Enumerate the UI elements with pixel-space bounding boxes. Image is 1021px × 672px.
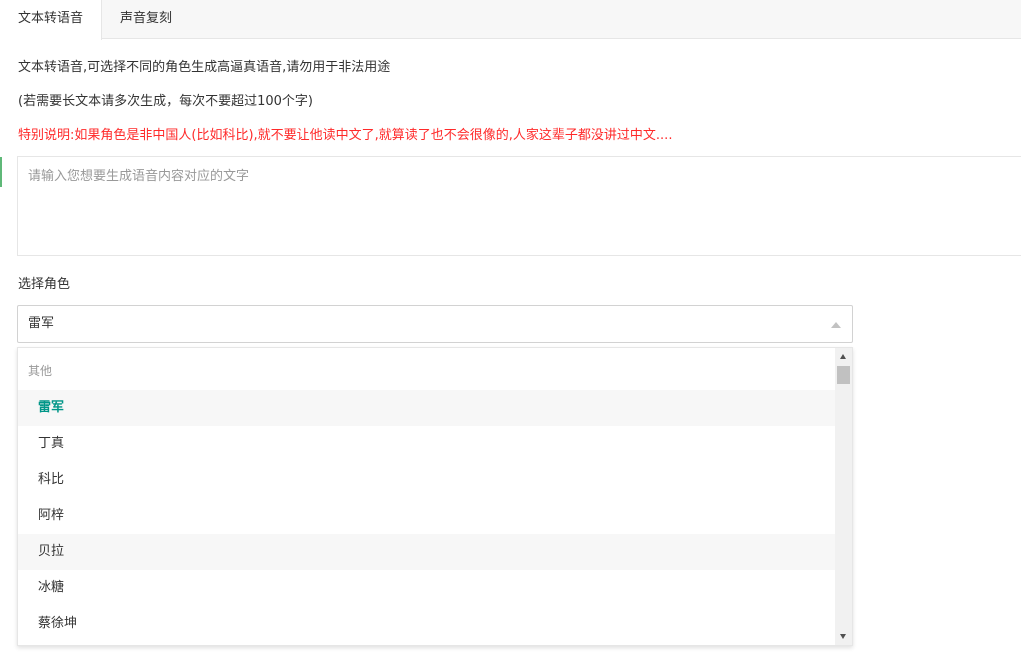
speech-text-input[interactable] xyxy=(17,156,1021,256)
tab-bar: 文本转语音 声音复刻 xyxy=(0,0,1021,40)
role-dropdown: 其他 雷军 丁真 科比 阿梓 贝拉 冰糖 蔡徐坤 xyxy=(17,347,853,646)
role-option-bingtang[interactable]: 冰糖 xyxy=(18,570,836,606)
dropdown-scrollbar[interactable] xyxy=(835,348,852,645)
length-hint: (若需要长文本请多次生成，每次不要超过100个字) xyxy=(18,94,313,109)
role-option-dingzhen[interactable]: 丁真 xyxy=(18,426,836,462)
role-option-leijun[interactable]: 雷军 xyxy=(18,390,836,426)
role-option-bella[interactable]: 贝拉 xyxy=(18,534,836,570)
tab-text-to-speech[interactable]: 文本转语音 xyxy=(0,0,102,40)
scroll-down-icon[interactable] xyxy=(840,634,846,639)
role-select[interactable]: 雷军 xyxy=(17,305,853,343)
role-option-kobe[interactable]: 科比 xyxy=(18,462,836,498)
caret-up-icon xyxy=(831,322,841,328)
role-select-label: 选择角色 xyxy=(18,277,71,292)
tab-voice-clone[interactable]: 声音复刻 xyxy=(102,0,190,39)
warning-note: 特别说明:如果角色是非中国人(比如科比),就不要让他读中文了,就算读了也不会很像… xyxy=(18,128,673,143)
left-accent-bar xyxy=(0,157,2,187)
description-line: 文本转语音,可选择不同的角色生成高逼真语音,请勿用于非法用途 xyxy=(18,60,391,75)
scrollbar-thumb[interactable] xyxy=(837,366,850,384)
role-option-caixukun[interactable]: 蔡徐坤 xyxy=(18,606,836,642)
role-select-value: 雷军 xyxy=(28,316,55,331)
scroll-up-icon[interactable] xyxy=(840,354,846,359)
option-group-label: 其他 xyxy=(28,364,53,378)
role-option-azi[interactable]: 阿梓 xyxy=(18,498,836,534)
